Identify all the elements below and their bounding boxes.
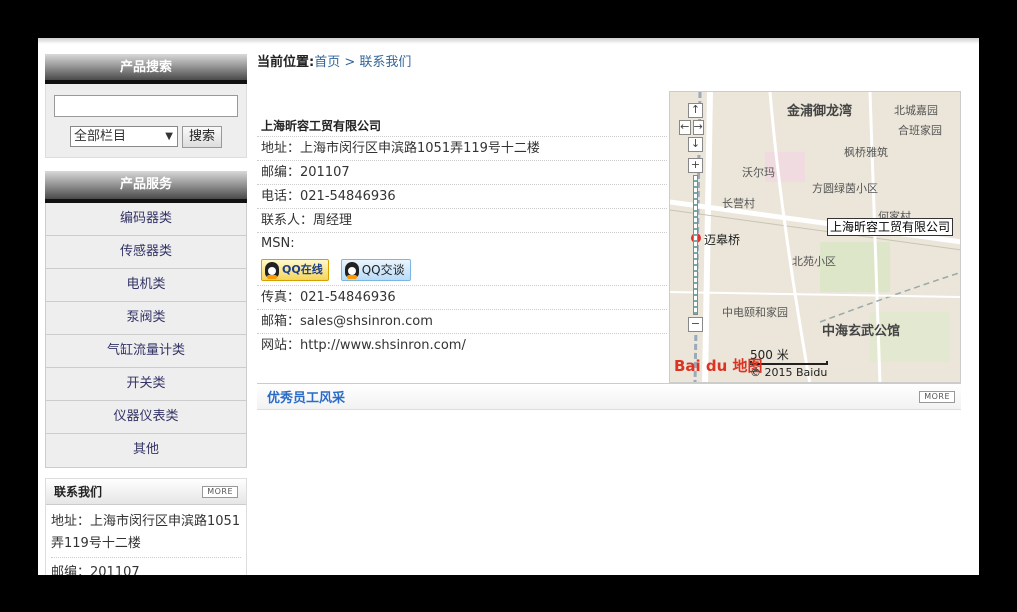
contact-postcode: 邮编：201107	[257, 161, 667, 185]
breadcrumb-label: 当前位置:	[257, 55, 315, 70]
pan-right-button[interactable]: →	[692, 120, 704, 135]
map-copyright: © 2015 Baidu	[750, 366, 828, 379]
chevron-down-icon: ▼	[165, 131, 173, 142]
qq-penguin-icon	[265, 262, 279, 279]
map-label-jinpu: 金浦御龙湾	[787, 104, 853, 119]
staff-section-title[interactable]: 优秀员工风采	[267, 387, 345, 406]
product-search-title: 产品搜索	[45, 54, 247, 84]
category-select[interactable]: 全部栏目 ▼	[69, 126, 178, 147]
contact-email: 邮箱：sales@shsinron.com	[257, 310, 667, 334]
contact-person: 联系人：周经理	[257, 209, 667, 233]
map-label-beiyuan: 北苑小区	[792, 255, 836, 268]
contact-mini-address: 地址：上海市闵行区申滨路1051弄119号十二楼	[51, 511, 241, 558]
contact-msn: MSN:	[261, 236, 295, 251]
main-column: 当前位置:首页 > 联系我们 上海昕容工贸有限公司 地址：上海市闵行区申滨路10…	[257, 54, 961, 410]
contact-mini-postcode: 邮编：201107	[51, 565, 140, 575]
contact-more-button[interactable]: MORE	[202, 485, 238, 498]
contact-address: 地址：上海市闵行区申滨路1051弄119号十二楼	[257, 137, 667, 161]
baidu-map[interactable]: ↑ ← → ↓ + − 金浦御龙湾 北城嘉园 合班家园 枫桥雅筑 沃尔玛 方圆绿…	[669, 91, 961, 383]
map-label-maigaoqiao: 迈皋桥	[704, 233, 741, 247]
contact-mini-header: 联系我们 MORE	[46, 479, 246, 505]
breadcrumb-home-link[interactable]: 首页	[314, 55, 340, 70]
qq-online-button[interactable]: QQ在线	[261, 259, 329, 281]
contact-phone: 电话：021-54846936	[257, 185, 667, 209]
contact-website: 网站：http://www.shsinron.com/	[261, 338, 466, 353]
contact-mini-box: 联系我们 MORE 地址：上海市闵行区申滨路1051弄119号十二楼 邮编：20…	[45, 478, 247, 575]
qq-buttons: QQ在线 QQ交谈	[257, 255, 667, 286]
product-service-box: 产品服务 编码器类 传感器类 电机类 泵阀类 气缸流量计类 开关类 仪器仪表类 …	[45, 171, 247, 468]
map-label-hecai: 合班家园	[898, 124, 942, 137]
left-column: 产品搜索 全部栏目 ▼ 搜索 产品服务 编码器类 传感器类 电机类 泵阀类 气缸…	[45, 54, 247, 575]
contact-content: 上海昕容工贸有限公司 地址：上海市闵行区申滨路1051弄119号十二楼 邮编：2…	[257, 91, 961, 383]
page: 产品搜索 全部栏目 ▼ 搜索 产品服务 编码器类 传感器类 电机类 泵阀类 气缸…	[38, 38, 979, 575]
contact-mini-title: 联系我们	[54, 485, 103, 499]
company-name: 上海昕容工贸有限公司	[257, 115, 667, 137]
zoom-out-button[interactable]: −	[688, 317, 703, 332]
map-zoom-control: ↑ ← → ↓ + −	[679, 103, 704, 334]
qq-online-label: QQ在线	[282, 263, 323, 276]
service-item-motor[interactable]: 电机类	[46, 269, 246, 302]
map-label-fangyuan: 方圆绿茵小区	[812, 182, 878, 195]
map-label-beicheng: 北城嘉园	[894, 104, 938, 117]
search-row: 全部栏目 ▼ 搜索	[54, 126, 238, 148]
product-service-title: 产品服务	[45, 171, 247, 203]
map-label-zhonghai: 中海玄武公馆	[822, 324, 901, 339]
pan-up-button[interactable]: ↑	[688, 103, 703, 118]
breadcrumb: 当前位置:首页 > 联系我们	[257, 54, 961, 74]
service-item-pump-valve[interactable]: 泵阀类	[46, 302, 246, 335]
category-select-value: 全部栏目	[73, 129, 126, 144]
zoom-in-button[interactable]: +	[688, 158, 703, 173]
qq-chat-label: QQ交谈	[361, 263, 405, 277]
pan-left-button[interactable]: ←	[679, 120, 691, 135]
qq-penguin-icon	[344, 262, 359, 279]
map-label-fenglin: 枫桥雅筑	[844, 146, 888, 159]
staff-more-button[interactable]: MORE	[919, 390, 955, 403]
breadcrumb-separator: >	[340, 55, 360, 70]
qq-chat-button[interactable]: QQ交谈	[340, 259, 411, 281]
contact-fax: 传真：021-54846936	[257, 286, 667, 310]
search-body: 全部栏目 ▼ 搜索	[45, 84, 247, 158]
map-label-zhangying: 长营村	[722, 197, 755, 210]
service-item-encoder[interactable]: 编码器类	[46, 203, 246, 236]
service-item-sensor[interactable]: 传感器类	[46, 236, 246, 269]
map-label-woerma: 沃尔玛	[742, 166, 775, 179]
service-item-other[interactable]: 其他	[46, 434, 246, 467]
contact-mini-body: 地址：上海市闵行区申滨路1051弄119号十二楼 邮编：201107	[46, 505, 246, 575]
service-item-switch[interactable]: 开关类	[46, 368, 246, 401]
service-item-instrument[interactable]: 仪器仪表类	[46, 401, 246, 434]
service-item-cylinder-flowmeter[interactable]: 气缸流量计类	[46, 335, 246, 368]
search-input[interactable]	[54, 95, 238, 117]
map-marker-label[interactable]: 上海昕容工贸有限公司	[827, 218, 954, 236]
search-button[interactable]: 搜索	[181, 126, 222, 148]
zoom-slider[interactable]	[693, 175, 698, 315]
map-label-zhongdian: 中电颐和家园	[722, 306, 788, 319]
staff-section-header: 优秀员工风采 MORE	[257, 383, 961, 410]
contact-info: 上海昕容工贸有限公司 地址：上海市闵行区申滨路1051弄119号十二楼 邮编：2…	[257, 115, 667, 358]
service-menu: 编码器类 传感器类 电机类 泵阀类 气缸流量计类 开关类 仪器仪表类 其他	[45, 203, 247, 468]
breadcrumb-current[interactable]: 联系我们	[359, 55, 411, 70]
pan-down-button[interactable]: ↓	[688, 137, 703, 152]
product-search-box: 产品搜索 全部栏目 ▼ 搜索	[45, 54, 247, 158]
